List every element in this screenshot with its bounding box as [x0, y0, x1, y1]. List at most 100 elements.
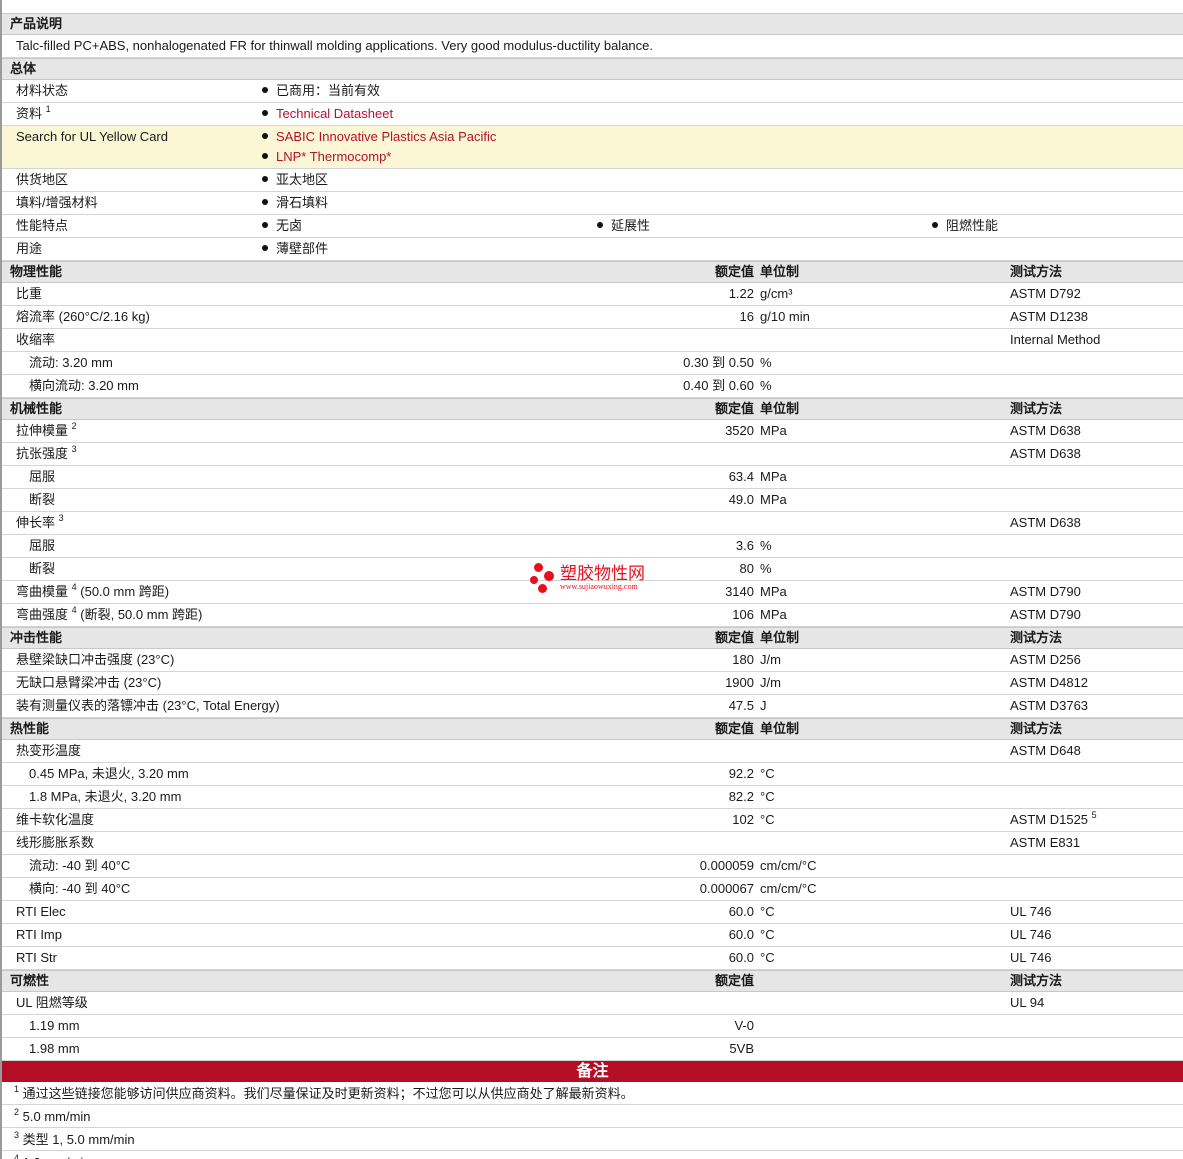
footnote-ref[interactable]: 3: [59, 513, 64, 523]
property-label: 1.8 MPa, 未退火, 3.20 mm: [29, 789, 182, 804]
property-label: 无缺口悬臂梁冲击 (23°C): [16, 675, 162, 690]
property-row: 流动: 3.20 mm 0.30 到 0.50%: [2, 352, 1183, 375]
property-unit: cm/cm/°C: [760, 881, 817, 896]
note-item: 1 通过这些链接您能够访问供应商资料。我们尽量保证及时更新资料；不过您可以从供应…: [2, 1082, 1183, 1105]
property-row: 断裂 49.0 MPa: [2, 489, 1183, 512]
property-value: 82.2: [728, 789, 754, 804]
bullet-item: 延展性: [597, 215, 650, 237]
bullet-text: 薄壁部件: [276, 241, 329, 256]
property-row: 1.19 mm V-0: [2, 1015, 1183, 1038]
property-value: 80: [739, 561, 754, 576]
bullet-item[interactable]: LNP* Thermocomp*: [262, 146, 391, 168]
property-value: 0.000059: [699, 858, 754, 873]
section-title: 物理性能: [10, 264, 63, 279]
property-row: 装有测量仪表的落镖冲击 (23°C, Total Energy) 47.5 J AST…: [2, 695, 1183, 718]
column-header-method: 测试方法: [1010, 630, 1063, 645]
section-title: 总体: [10, 61, 37, 76]
test-method: ASTM D1238: [1010, 309, 1089, 324]
bullet-item: 无卤: [262, 215, 302, 237]
property-row: 1.8 MPa, 未退火, 3.20 mm 82.2 °C: [2, 786, 1183, 809]
bullet-text: 已商用：当前有效: [276, 83, 381, 98]
column-header-method: 测试方法: [1010, 973, 1063, 988]
property-row: 维卡软化温度 102 °C ASTM D1525 5: [2, 809, 1183, 832]
property-label: RTI Imp: [16, 927, 62, 942]
property-label: 材料状态: [16, 83, 69, 98]
property-label: 屈服: [29, 469, 56, 484]
footnote-ref[interactable]: 5: [1092, 810, 1097, 820]
property-label: 横向: -40 到 40°C: [29, 881, 131, 896]
footnote-ref[interactable]: 2: [72, 421, 77, 431]
general-row: 材料状态 已商用：当前有效: [2, 80, 1183, 103]
footnote-number: 1: [14, 1084, 20, 1094]
link-technical-datasheet[interactable]: Technical Datasheet: [276, 106, 393, 121]
test-method: ASTM D256: [1010, 652, 1081, 667]
column-header-value: 额定值: [714, 630, 754, 645]
top-spacer: [2, 0, 1183, 13]
general-row: Search for UL Yellow Card SABIC Innovativ…: [2, 126, 1183, 169]
property-label: 横向流动: 3.20 mm: [29, 378, 139, 393]
property-value: 3.6: [735, 538, 754, 553]
property-label: 断裂: [29, 561, 56, 576]
property-unit: °C: [760, 927, 775, 942]
property-row: 横向: -40 到 40°C 0.000067 cm/cm/°C: [2, 878, 1183, 901]
general-row: 资料 1 Technical Datasheet: [2, 103, 1183, 126]
property-unit: %: [760, 378, 772, 393]
property-row: 抗张强度 3 ASTM D638: [2, 443, 1183, 466]
property-label: 1.19 mm: [29, 1018, 80, 1033]
property-label: RTI Str: [16, 950, 57, 965]
property-value: 102: [732, 812, 754, 827]
property-row: 横向流动: 3.20 mm 0.40 到 0.60%: [2, 375, 1183, 398]
property-row: 热变形温度 ASTM D648: [2, 740, 1183, 763]
bullet-item: 已商用：当前有效: [262, 80, 380, 102]
bullet-text: 亚太地区: [276, 172, 329, 187]
property-unit: °C: [760, 812, 775, 827]
column-header-unit: 单位制: [760, 401, 800, 416]
property-label: 屈服: [29, 538, 56, 553]
property-unit: °C: [760, 950, 775, 965]
property-unit: MPa: [760, 469, 787, 484]
bullet-item[interactable]: SABIC Innovative Plastics Asia Pacific: [262, 126, 496, 148]
bullet-item: 薄壁部件: [262, 238, 328, 260]
property-label: 弯曲强度 4 (断裂, 50.0 mm 跨距): [16, 605, 203, 623]
test-method: ASTM D638: [1010, 423, 1081, 438]
property-label: UL 阻燃等级: [16, 995, 88, 1010]
note-item: 4 1.3 mm/min: [2, 1151, 1183, 1159]
column-header-value: 额定值: [714, 721, 754, 736]
property-label: 抗张强度 3: [16, 444, 77, 462]
footnote-ref[interactable]: 4: [72, 582, 77, 592]
property-value: 47.5: [728, 698, 754, 713]
test-method: ASTM E831: [1010, 835, 1081, 850]
property-row: 弯曲强度 4 (断裂, 50.0 mm 跨距) 106 MPa ASTM D790: [2, 604, 1183, 627]
property-label: 维卡软化温度: [16, 812, 95, 827]
test-method: ASTM D1525 5: [1010, 810, 1097, 828]
property-value: 60.0: [728, 904, 754, 919]
section-title: 机械性能: [10, 401, 63, 416]
watermark-url: www.sujiaowuxing.com: [560, 582, 638, 591]
property-row: 比重 1.22 g/cm³ ASTM D792: [2, 283, 1183, 306]
datasheet-page: 产品说明 Talc-filled PC+ABS, nonhalogenated …: [0, 0, 1183, 1159]
watermark-name: 塑胶物性网: [560, 564, 645, 583]
link-lnp-thermocomp-[interactable]: LNP* Thermocomp*: [276, 149, 391, 164]
bullet-item[interactable]: Technical Datasheet: [262, 103, 393, 125]
description-text: Talc-filled PC+ABS, nonhalogenated FR fo…: [16, 38, 653, 53]
test-method: UL 746: [1010, 904, 1052, 919]
property-row: 线形膨胀系数 ASTM E831: [2, 832, 1183, 855]
property-value: 0.40 到 0.60: [683, 378, 754, 393]
property-unit: %: [760, 538, 772, 553]
property-label: 热变形温度: [16, 743, 82, 758]
property-row: UL 阻燃等级 UL 94: [2, 992, 1183, 1015]
link-sabic-innovative-plastics-asia-pacific[interactable]: SABIC Innovative Plastics Asia Pacific: [276, 129, 496, 144]
property-label: 流动: 3.20 mm: [29, 355, 113, 370]
footnote-ref[interactable]: 3: [72, 444, 77, 454]
footnote-ref[interactable]: 1: [46, 104, 51, 114]
property-row: 屈服 3.6%: [2, 535, 1183, 558]
column-header-value: 额定值: [714, 401, 754, 416]
property-label: 资料 1: [16, 104, 51, 122]
footnote-ref[interactable]: 4: [72, 605, 77, 615]
property-label: 填料/增强材料: [16, 195, 98, 210]
property-unit: cm/cm/°C: [760, 858, 817, 873]
property-unit: g/cm³: [760, 286, 793, 301]
property-label: 弯曲模量 4 (50.0 mm 跨距): [16, 582, 170, 600]
property-value: 1.22: [728, 286, 754, 301]
property-unit: °C: [760, 904, 775, 919]
